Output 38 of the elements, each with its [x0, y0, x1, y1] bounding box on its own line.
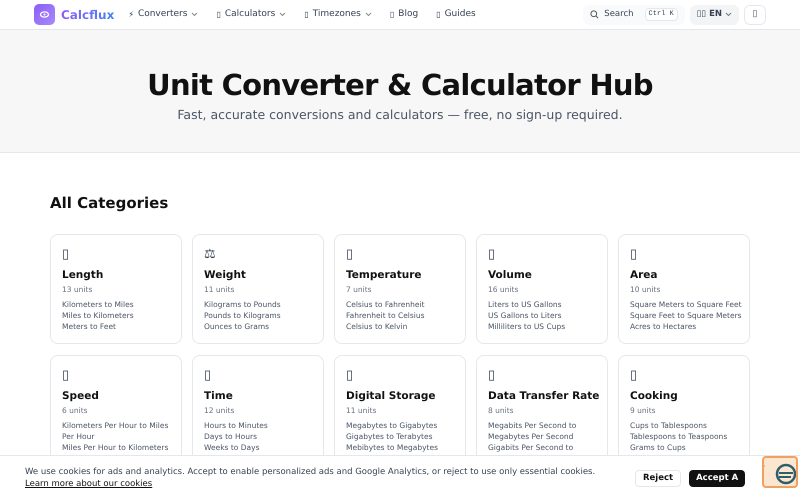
category-icon: ▯: [346, 368, 459, 384]
section-heading: All Categories: [50, 193, 170, 213]
category-icon: ▯: [62, 247, 175, 263]
category-icon: ▯: [630, 247, 743, 263]
learn-more-link[interactable]: Learn more about our cookies: [25, 479, 152, 489]
category-title[interactable]: Digital Storage: [346, 389, 459, 403]
accept-button[interactable]: Accept A: [689, 470, 746, 486]
nav-link[interactable]: ▯ Blog: [390, 8, 418, 22]
nav-link[interactable]: ▯ Guides: [436, 8, 476, 22]
category-icon: ⚖: [204, 247, 317, 263]
chevron-down-icon: [725, 12, 732, 17]
category-title[interactable]: Data Transfer Rate: [488, 389, 601, 403]
category-title[interactable]: Cooking: [630, 389, 743, 403]
hero-subtitle: Fast, accurate conversions and calculators — free, no sign-up required.: [177, 106, 623, 124]
category-title[interactable]: Area: [630, 268, 743, 282]
category-icon: ▯: [488, 368, 601, 384]
nav-link[interactable]: ⚡ Converters: [128, 8, 198, 22]
cookie-message: We use cookies for ads and analytics. Accept to enable personalized ads and Google Analytics, or reject to use only essential cookies. Learn more about our cookies: [25, 466, 596, 490]
category-title[interactable]: Speed: [62, 389, 175, 403]
category-title[interactable]: Volume: [488, 268, 601, 282]
category-icon: ▯: [204, 368, 317, 384]
category-icon: ▯: [488, 247, 601, 263]
hero-title: Unit Converter & Calculator Hub: [147, 67, 653, 103]
widget-icon[interactable]: [762, 456, 798, 488]
category-title[interactable]: Length: [62, 268, 175, 282]
nav-link[interactable]: ▯ Timezones: [304, 8, 372, 22]
category-icon: ▯: [346, 247, 459, 263]
category-icon: ▯: [62, 368, 175, 384]
category-title[interactable]: Temperature: [346, 268, 459, 282]
category-title[interactable]: Weight: [204, 268, 317, 282]
reject-button[interactable]: Reject: [635, 470, 682, 486]
language-button[interactable]: ▯▯ EN: [690, 4, 739, 24]
nav-link[interactable]: ▯ Calculators: [216, 8, 286, 22]
category-icon: ▯: [630, 368, 743, 384]
logo-icon[interactable]: [34, 4, 55, 25]
theme-button[interactable]: ▯: [744, 4, 766, 24]
category-title[interactable]: Time: [204, 389, 317, 403]
search-icon: [590, 10, 600, 19]
